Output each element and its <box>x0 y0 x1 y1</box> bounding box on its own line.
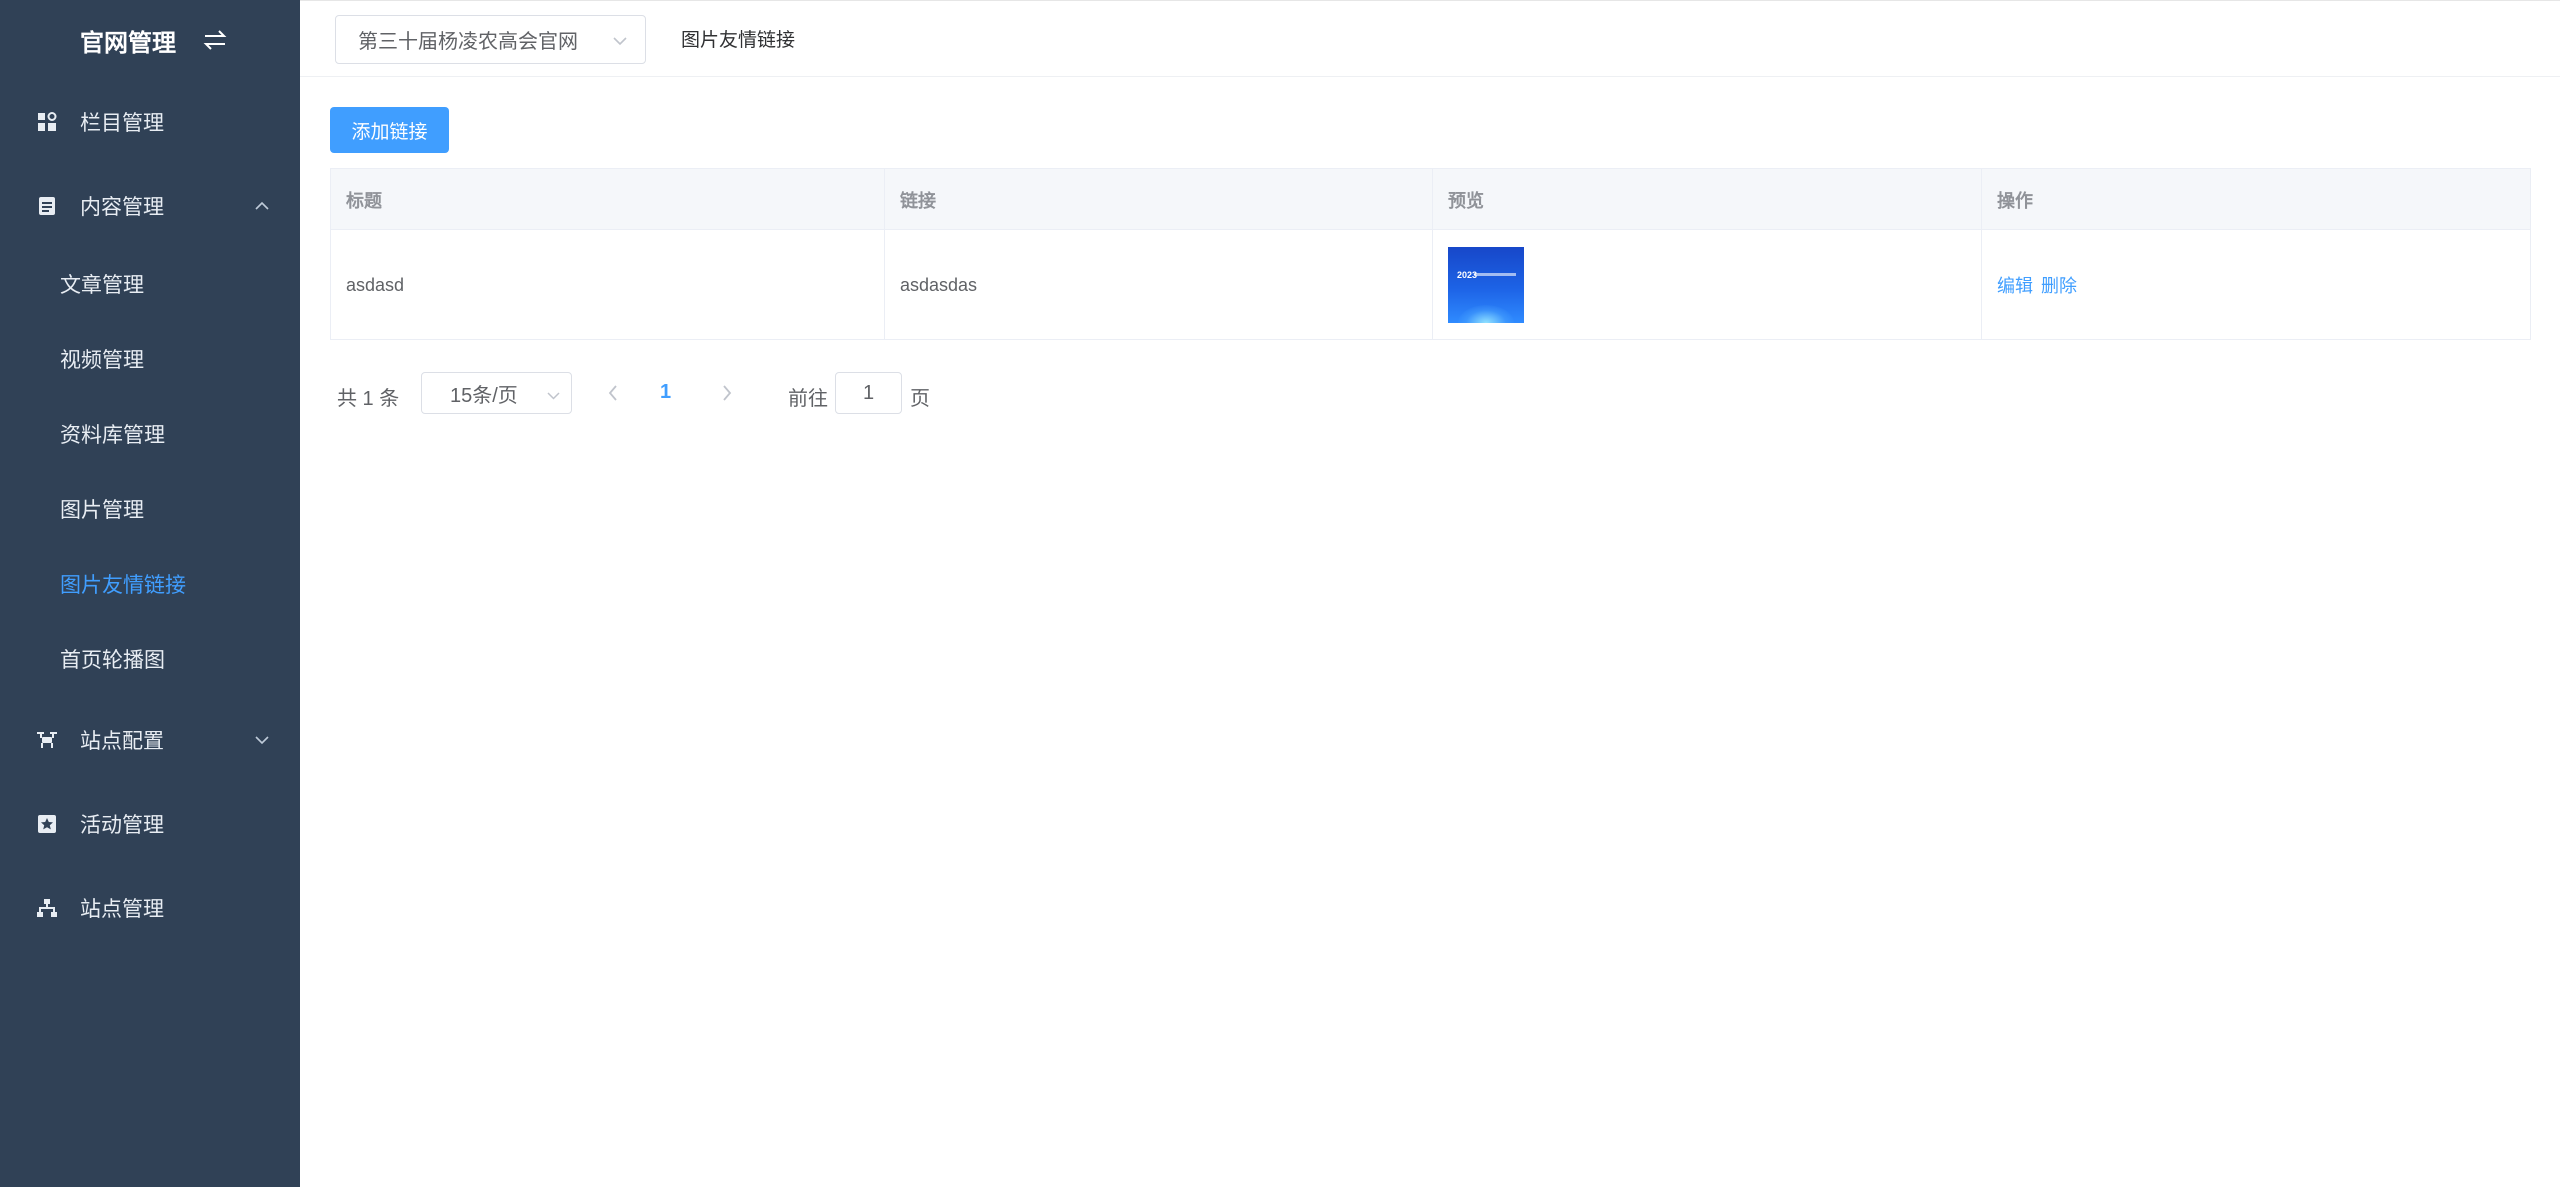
star-box-icon <box>36 813 58 835</box>
edit-button[interactable]: 编辑 <box>1997 272 2033 298</box>
sidebar-item-label: 栏目管理 <box>80 112 164 135</box>
page-size-select[interactable]: 15条/页 <box>421 372 572 414</box>
cell-preview: 2023 <box>1433 230 1982 340</box>
column-header-actions: 操作 <box>1997 190 2033 211</box>
delete-button[interactable]: 删除 <box>2041 272 2077 298</box>
submenu-item-label: 图片友情链接 <box>60 573 186 597</box>
submenu-item-images[interactable]: 图片管理 <box>0 471 300 546</box>
top-header: 第三十届杨凌农高会官网 图片友情链接 <box>300 0 2560 77</box>
next-page-icon[interactable] <box>717 382 737 404</box>
submenu-item-label: 图片管理 <box>60 498 144 522</box>
sidebar-item-label: 站点配置 <box>80 730 164 753</box>
chevron-down-icon <box>546 386 561 401</box>
sidebar-item-label: 活动管理 <box>80 814 164 837</box>
submenu-item-image-links[interactable]: 图片友情链接 <box>0 546 300 621</box>
document-icon <box>36 195 58 217</box>
pagination-total: 共 1 条 <box>337 388 400 410</box>
submenu-item-articles[interactable]: 文章管理 <box>0 246 300 321</box>
brand-title: 官网管理 <box>80 29 176 57</box>
page-size-value: 15条/页 <box>450 384 518 407</box>
prev-page-icon[interactable] <box>603 382 623 404</box>
sidebar: 官网管理 栏目管理 内容管理 文章管理 视频管理 资料库管理 图片管理 图片友情… <box>0 0 300 1187</box>
submenu-item-label: 视频管理 <box>60 348 144 372</box>
breadcrumb: 图片友情链接 <box>681 30 796 51</box>
cell-actions: 编辑 删除 <box>1982 230 2532 340</box>
sidebar-item-sites[interactable]: 站点管理 <box>0 866 300 950</box>
sitemap-icon <box>36 897 58 919</box>
sidebar-brand: 官网管理 <box>0 0 300 80</box>
cell-title: asdasd <box>331 230 885 340</box>
table-row: asdasd asdasdas 2023 编辑 删除 <box>331 230 2530 340</box>
chevron-up-icon <box>254 198 270 214</box>
goto-label: 前往 <box>788 388 828 410</box>
chevron-down-icon <box>254 732 270 748</box>
sidebar-item-label: 内容管理 <box>80 196 164 219</box>
site-select[interactable]: 第三十届杨凌农高会官网 <box>335 15 646 64</box>
grid-icon <box>36 111 58 133</box>
add-link-button[interactable]: 添加链接 <box>330 107 449 153</box>
cell-link: asdasdas <box>885 230 1433 340</box>
links-table: 标题 链接 预览 操作 asdasd asdasdas 2023 编辑 删除 <box>330 168 2531 340</box>
site-select-value: 第三十届杨凌农高会官网 <box>358 31 578 53</box>
switch-icon[interactable] <box>200 25 230 55</box>
sidebar-item-site-config[interactable]: 站点配置 <box>0 698 300 782</box>
preview-thumbnail[interactable]: 2023 <box>1448 247 1524 323</box>
submenu-item-videos[interactable]: 视频管理 <box>0 321 300 396</box>
chevron-down-icon <box>611 32 629 50</box>
column-header-link: 链接 <box>885 169 1433 230</box>
sidebar-item-label: 站点管理 <box>80 898 164 921</box>
submenu-item-carousel[interactable]: 首页轮播图 <box>0 621 300 696</box>
sidebar-item-activities[interactable]: 活动管理 <box>0 782 300 866</box>
sidebar-item-content[interactable]: 内容管理 <box>0 164 300 248</box>
submenu-item-library[interactable]: 资料库管理 <box>0 396 300 471</box>
goto-page-input[interactable]: 1 <box>835 372 902 414</box>
table-header: 标题 链接 预览 操作 <box>331 169 2530 230</box>
column-header-title: 标题 <box>331 169 885 230</box>
submenu-item-label: 首页轮播图 <box>60 648 165 672</box>
sidebar-item-columns[interactable]: 栏目管理 <box>0 80 300 164</box>
page-number[interactable]: 1 <box>660 381 671 404</box>
submenu-item-label: 文章管理 <box>60 273 144 297</box>
goto-suffix: 页 <box>910 388 930 410</box>
drone-icon <box>36 729 58 751</box>
submenu-item-label: 资料库管理 <box>60 423 165 447</box>
column-header-preview: 预览 <box>1433 169 1982 230</box>
